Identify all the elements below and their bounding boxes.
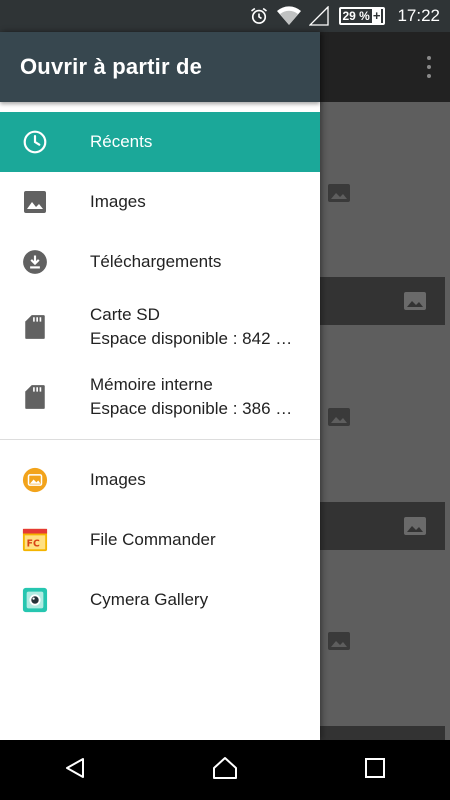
image-placeholder-icon bbox=[328, 632, 350, 650]
overflow-menu-icon[interactable] bbox=[426, 56, 432, 78]
sd-card-icon bbox=[22, 314, 48, 340]
wifi-icon bbox=[276, 6, 301, 26]
navigation-bar bbox=[0, 740, 450, 800]
background-row bbox=[320, 502, 445, 550]
drawer-item-label: Images bbox=[90, 470, 146, 489]
image-placeholder-icon bbox=[328, 408, 350, 426]
clock-icon bbox=[22, 129, 48, 155]
svg-text:FC: FC bbox=[27, 539, 40, 550]
back-button[interactable] bbox=[45, 740, 105, 800]
sd-card-icon bbox=[22, 384, 48, 410]
gallery-app-icon bbox=[22, 467, 48, 493]
image-placeholder-icon bbox=[404, 292, 426, 310]
download-icon bbox=[22, 249, 48, 275]
drawer-item-internal-storage[interactable]: Mémoire interne Espace disponible : 386 … bbox=[0, 362, 320, 432]
drawer-item-sd-card[interactable]: Carte SD Espace disponible : 842 … bbox=[0, 292, 320, 362]
signal-icon bbox=[308, 6, 329, 26]
drawer-item-subtitle: Espace disponible : 386 … bbox=[90, 399, 293, 418]
drawer-item-label: Carte SD bbox=[90, 305, 160, 324]
home-icon bbox=[212, 756, 238, 785]
drawer-app-file-commander[interactable]: FC File Commander bbox=[0, 510, 320, 570]
alarm-icon bbox=[249, 6, 269, 26]
status-bar: 29 % + 17:22 bbox=[0, 0, 450, 32]
home-button[interactable] bbox=[195, 740, 255, 800]
battery-icon: 29 % + bbox=[338, 7, 386, 25]
recents-icon bbox=[364, 757, 386, 784]
drawer-item-subtitle: Espace disponible : 842 … bbox=[90, 329, 293, 348]
charging-indicator: + bbox=[371, 8, 382, 23]
drawer-item-label: Images bbox=[90, 192, 146, 211]
drawer-title: Ouvrir à partir de bbox=[20, 54, 203, 79]
drawer-app-cymera-gallery[interactable]: Cymera Gallery bbox=[0, 570, 320, 630]
image-placeholder-icon bbox=[328, 184, 350, 202]
cymera-app-icon bbox=[22, 587, 48, 613]
background-app bbox=[320, 32, 450, 740]
image-placeholder-icon bbox=[404, 517, 426, 535]
navigation-drawer: Ouvrir à partir de Récents Images Téléch… bbox=[0, 32, 320, 740]
drawer-item-label: Téléchargements bbox=[90, 252, 222, 271]
back-icon bbox=[63, 756, 87, 785]
drawer-app-images[interactable]: Images bbox=[0, 450, 320, 510]
clock: 17:22 bbox=[397, 6, 440, 25]
background-row bbox=[320, 277, 445, 325]
recents-button[interactable] bbox=[345, 740, 405, 800]
background-row bbox=[320, 726, 445, 740]
background-toolbar bbox=[320, 32, 450, 102]
file-commander-app-icon: FC bbox=[22, 527, 48, 553]
drawer-item-label: Récents bbox=[90, 132, 153, 151]
drawer-item-label: File Commander bbox=[90, 530, 216, 549]
image-icon bbox=[22, 189, 48, 215]
drawer-item-images[interactable]: Images bbox=[0, 172, 320, 232]
battery-level: 29 % bbox=[342, 9, 370, 23]
drawer-item-label: Mémoire interne bbox=[90, 375, 213, 394]
roots-list: Récents Images Téléchargements Carte SD … bbox=[0, 112, 320, 630]
drawer-item-label: Cymera Gallery bbox=[90, 590, 209, 609]
drawer-item-downloads[interactable]: Téléchargements bbox=[0, 232, 320, 292]
divider bbox=[0, 439, 320, 440]
drawer-header: Ouvrir à partir de bbox=[0, 32, 320, 102]
drawer-item-recents[interactable]: Récents bbox=[0, 112, 320, 172]
